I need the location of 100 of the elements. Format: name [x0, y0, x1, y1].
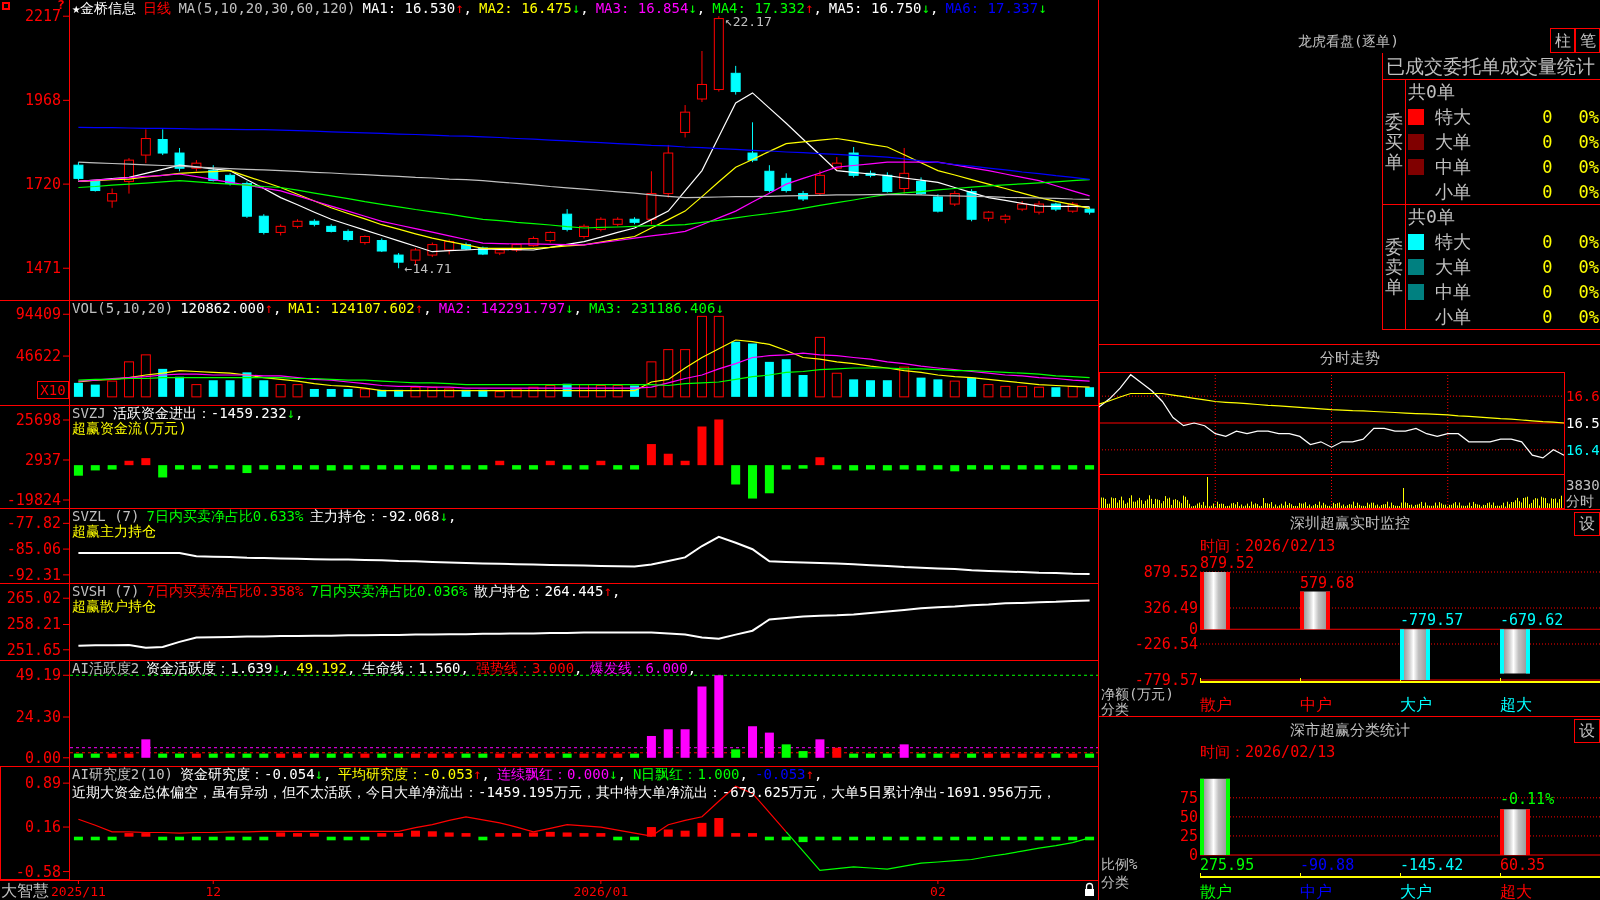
axis-title: 净额(万元)	[1101, 686, 1174, 702]
volume-bar	[882, 380, 892, 397]
fund-flow-bar	[849, 465, 859, 471]
timestamp: 时间：2026/02/13	[1200, 538, 1336, 554]
activity-bar	[512, 753, 522, 758]
legend-entry: 平均研究度：-0.053↑,	[338, 766, 490, 782]
research-bar	[815, 836, 825, 841]
legend-entry: N日飘红：1.000,	[632, 766, 748, 782]
order-size-label: 特大	[1435, 106, 1471, 127]
candle	[545, 230, 556, 244]
research-bar	[680, 830, 690, 837]
research-bar	[444, 832, 454, 837]
legend-entry: VOL(5,10,20)	[72, 300, 174, 316]
candle	[1034, 200, 1044, 216]
volume-bar	[798, 375, 808, 397]
fund-flow-bar	[1017, 465, 1027, 470]
candle	[494, 248, 505, 256]
fund-flow-bar	[983, 465, 993, 470]
activity-bar	[343, 753, 353, 758]
volume-bar	[242, 372, 252, 397]
category-label: 超大	[1500, 882, 1532, 900]
volume-bar	[326, 389, 336, 397]
side-label: 委卖单	[1385, 237, 1403, 297]
fund-flow-bar	[444, 465, 454, 470]
candle	[309, 218, 320, 227]
axis-label: 265.02	[6, 589, 61, 608]
axis-label: 326.49	[1143, 599, 1198, 617]
axis-label: 1471	[24, 259, 61, 278]
activity-bar	[444, 753, 454, 758]
activity-bar	[545, 753, 555, 758]
value-label: -679.62	[1500, 611, 1564, 630]
view-button[interactable]: 笔	[1575, 28, 1600, 53]
volume-bar	[1000, 385, 1011, 398]
research-bar	[343, 836, 353, 841]
research-bar	[276, 832, 286, 837]
candle	[579, 223, 589, 239]
activity-bar	[360, 753, 370, 758]
activity-bar	[528, 753, 538, 758]
fund-flow-bar	[562, 465, 572, 470]
activity-bar	[579, 753, 589, 758]
change-label: -0.11%	[1500, 790, 1555, 809]
activity-bar	[933, 753, 943, 758]
candle	[477, 246, 488, 256]
order-size-label: 特大	[1435, 231, 1471, 252]
research-bar	[107, 836, 117, 841]
axis-label: 1968	[24, 91, 61, 110]
view-button[interactable]: 柱	[1550, 28, 1575, 53]
fund-flow-bar	[293, 465, 302, 470]
activity-bar	[916, 753, 926, 758]
candle	[949, 190, 960, 207]
category-label: 中户	[1300, 882, 1332, 900]
volume-bar	[107, 380, 118, 398]
legend-entry: 活跃资金进出：-1459.232↓,	[112, 405, 304, 421]
legend-entry: 49.192,	[296, 660, 356, 676]
legend-entry: MA3: 231186.406↓	[588, 300, 724, 316]
research-bar	[461, 833, 471, 837]
candle	[90, 179, 101, 193]
value-label: 275.95	[1200, 856, 1255, 874]
order-percent: 0%	[1578, 181, 1599, 202]
fund-flow-bar	[512, 465, 522, 470]
settings-button[interactable]: 设	[1574, 512, 1600, 536]
legend-entry: MA3: 16.854↓,	[595, 0, 706, 16]
panel-title: 深圳超赢实时监控	[1289, 513, 1410, 534]
research-bar	[495, 833, 505, 837]
volume-bar	[275, 384, 286, 398]
value-label: -90.88	[1300, 856, 1355, 874]
price-annotation: ↖22.17	[724, 14, 772, 30]
research-bar	[613, 836, 623, 841]
fund-flow-bar	[259, 465, 269, 470]
axis-label: 879.52	[1143, 563, 1198, 581]
activity-bar	[1034, 753, 1044, 758]
axis-label: 0.00	[24, 748, 61, 766]
research-bar	[596, 833, 606, 837]
research-bar	[394, 833, 404, 837]
fund-flow-bar	[158, 465, 168, 478]
order-count: 0	[1542, 131, 1553, 152]
fund-flow-bar	[815, 457, 825, 466]
activity-bar	[950, 753, 960, 758]
legend-entry: MA2: 16.475↓,	[479, 0, 589, 16]
research-bar	[983, 836, 993, 841]
volume-bar	[90, 384, 100, 397]
order-size-label: 大单	[1435, 256, 1471, 277]
volume-bar	[1085, 387, 1095, 397]
research-bar	[411, 830, 420, 837]
multiplier-label: X10	[37, 381, 69, 399]
fund-flow-bar	[141, 458, 151, 466]
candle	[831, 156, 842, 172]
candle	[1017, 200, 1028, 212]
research-bar	[478, 836, 488, 841]
settings-button[interactable]: 设	[1574, 719, 1600, 743]
volume-bar	[731, 341, 741, 397]
volume-bar	[646, 361, 657, 398]
category-label: 大户	[1400, 695, 1432, 714]
legend-entry: 强势线：3.000,	[475, 660, 583, 676]
fund-flow-bar	[276, 465, 286, 470]
activity-bar	[697, 686, 707, 758]
fund-flow-bar	[107, 465, 117, 470]
research-bar	[663, 829, 673, 837]
activity-bar	[124, 753, 134, 758]
chart-bar	[1500, 629, 1530, 674]
